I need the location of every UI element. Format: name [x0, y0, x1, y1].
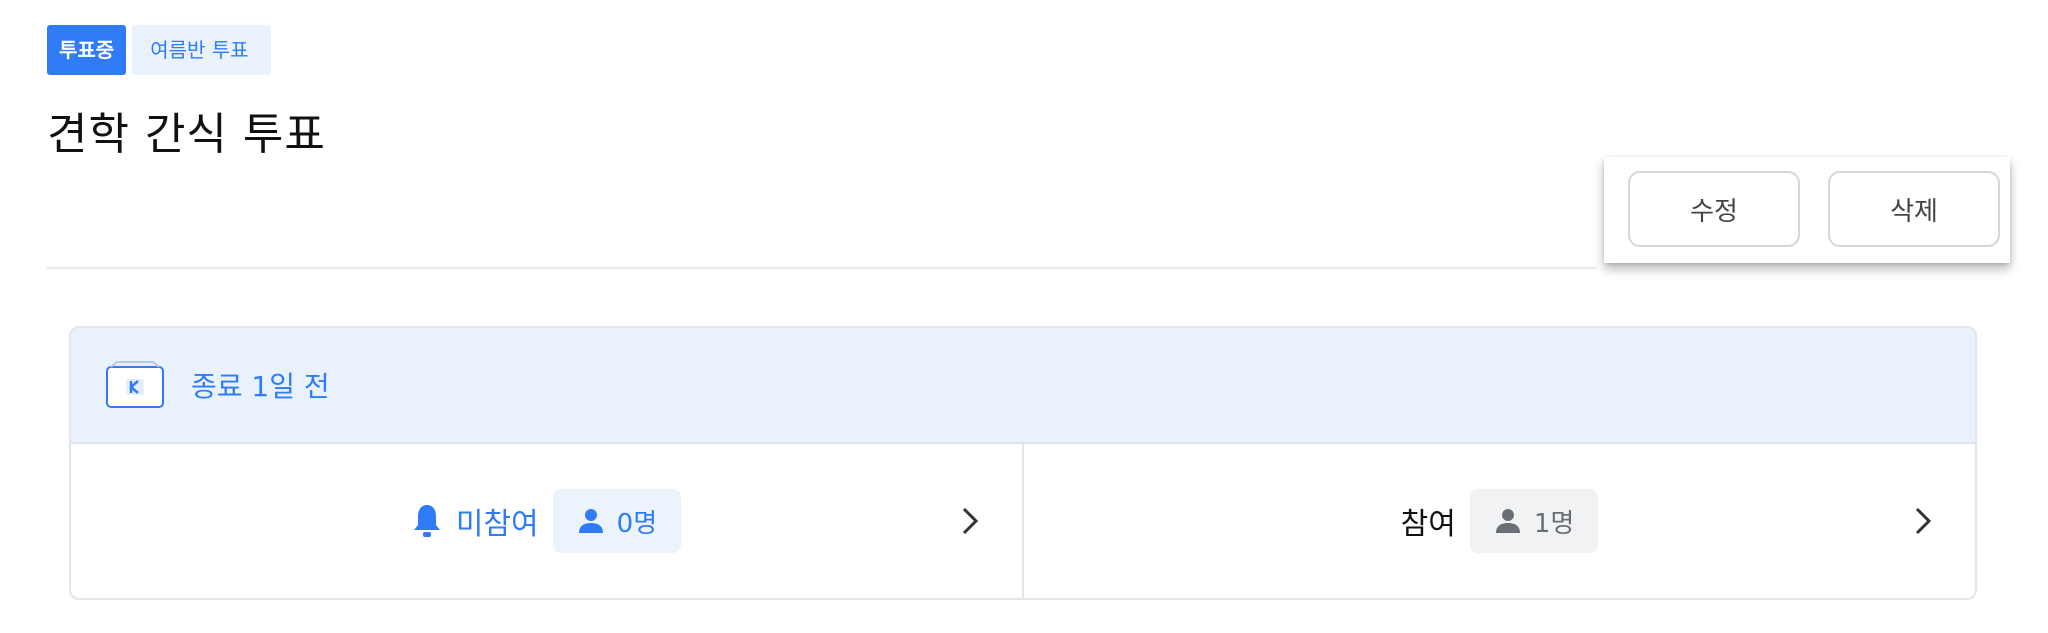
chevron-right-icon[interactable] [960, 505, 980, 537]
participation-row: 미참여 0명 참여 1명 [71, 444, 1975, 598]
participated-section[interactable]: 참여 1명 [1022, 444, 1975, 598]
deadline-text: 종료 1일 전 [191, 370, 330, 403]
page-title: 견학 간식 투표 [47, 109, 326, 160]
not-participated-count-badge: 0명 [552, 489, 682, 553]
delete-button[interactable]: 삭제 [1828, 171, 2000, 247]
badge-row: 투표중 여름반 투표 [47, 25, 271, 75]
not-participated-section[interactable]: 미참여 0명 [71, 444, 1022, 598]
divider [47, 267, 1597, 269]
participated-count-badge: 1명 [1469, 489, 1599, 553]
deadline-header: 종료 1일 전 [71, 328, 1975, 444]
participated-count: 1명 [1533, 508, 1575, 539]
status-badge: 투표중 [47, 25, 127, 75]
participated-label: 참여 [1400, 507, 1456, 542]
vote-status-card: 종료 1일 전 미참여 0명 참여 1명 [69, 326, 1977, 600]
not-participated-count: 0명 [616, 508, 658, 539]
chevron-right-icon[interactable] [1913, 505, 1933, 537]
class-badge: 여름반 투표 [132, 25, 271, 75]
bell-icon [413, 505, 440, 537]
not-participated-label: 미참여 [455, 507, 539, 542]
vote-detail-page: 투표중 여름반 투표 견학 간식 투표 수정 삭제 종료 1일 전 미참여 0명… [0, 0, 2048, 633]
deadline-box-icon [106, 361, 164, 408]
person-icon [1495, 509, 1520, 533]
edit-button[interactable]: 수정 [1628, 171, 1800, 247]
action-menu: 수정 삭제 [1604, 157, 2010, 263]
person-icon [578, 509, 603, 533]
